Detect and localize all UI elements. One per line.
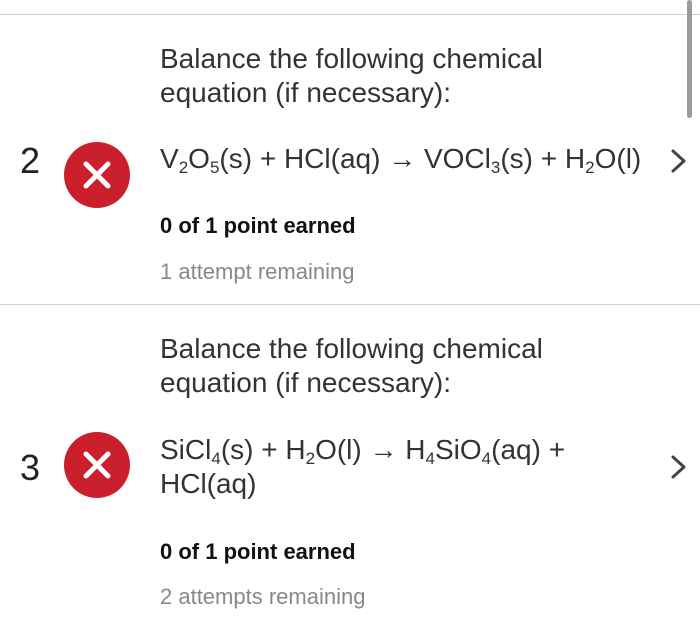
equation-subscript: 4 — [211, 449, 221, 468]
points-earned: 0 of 1 point earned — [160, 213, 356, 238]
question-prompt: Balance the following chemical equation … — [160, 332, 543, 400]
prompt-line-1: Balance the following chemical — [160, 333, 543, 364]
equation-line-2: HCl(aq) — [160, 468, 257, 499]
equation-subscript: 4 — [481, 449, 492, 468]
equation-subscript: 3 — [490, 158, 501, 177]
chemical-equation: V2O5(s) + HCl(aq) → VOCl3(s) + H2O(l) — [160, 142, 641, 176]
question-number: 2 — [20, 140, 41, 181]
prompt-line-2: equation (if necessary): — [160, 77, 452, 108]
x-circle-icon — [64, 142, 130, 208]
question-row-3[interactable]: 3 Balance the following chemical equatio… — [0, 305, 700, 622]
equation-part: SiCl — [160, 434, 212, 465]
equation-part: SiO — [434, 434, 482, 465]
equation-part: O(l) → H — [315, 434, 426, 465]
chemical-equation: SiCl4(s) + H2O(l) → H4SiO4(aq) + HCl(aq) — [160, 433, 565, 501]
points-earned: 0 of 1 point earned — [160, 539, 356, 564]
attempts-remaining: 2 attempts remaining — [160, 584, 366, 609]
question-number: 3 — [20, 447, 41, 488]
equation-part: O — [188, 143, 210, 174]
equation-subscript: 2 — [585, 158, 595, 177]
close-icon — [83, 161, 111, 189]
prompt-line-1: Balance the following chemical — [160, 43, 543, 74]
equation-part: (s) + H — [220, 434, 306, 465]
equation-part: O(l) — [594, 143, 642, 174]
x-circle-icon — [64, 432, 130, 498]
equation-subscript: 2 — [305, 449, 316, 468]
equation-subscript: 4 — [425, 449, 435, 468]
equation-part: (s) + HCl(aq) → VOCl — [219, 143, 491, 174]
equation-subscript: 2 — [178, 158, 189, 177]
assignment-question-list: 2 Balance the following chemical equatio… — [0, 0, 700, 622]
attempts-remaining: 1 attempt remaining — [160, 259, 355, 284]
equation-subscript: 5 — [209, 158, 220, 177]
close-icon — [83, 451, 111, 479]
chevron-right-icon[interactable] — [669, 454, 689, 480]
equation-part: (aq) + — [491, 434, 566, 465]
question-row-2[interactable]: 2 Balance the following chemical equatio… — [0, 15, 700, 304]
question-prompt: Balance the following chemical equation … — [160, 42, 543, 110]
equation-part: (s) + H — [500, 143, 586, 174]
equation-part: V — [160, 143, 179, 174]
chevron-right-icon[interactable] — [669, 148, 689, 174]
prompt-line-2: equation (if necessary): — [160, 367, 452, 398]
